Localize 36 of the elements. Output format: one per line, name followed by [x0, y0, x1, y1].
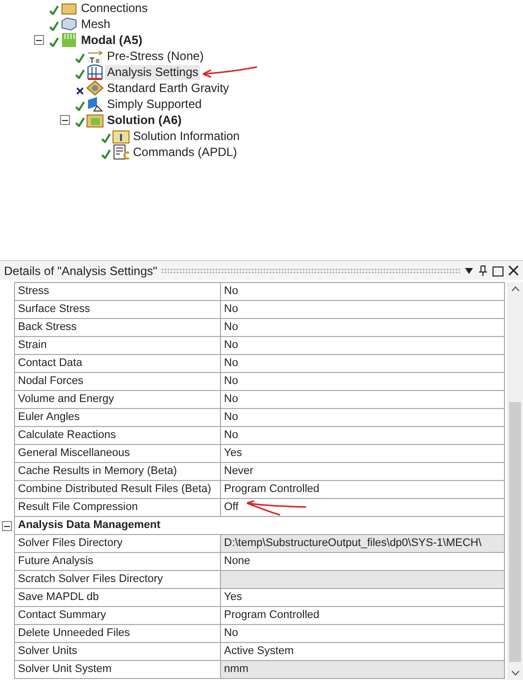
tree-item[interactable]: Solution Information: [131, 128, 242, 144]
category-label: Analysis Data Management: [17, 518, 162, 533]
scroll-thumb[interactable]: [509, 402, 521, 662]
tree-item[interactable]: Mesh: [79, 16, 112, 32]
property-value[interactable]: Yes: [221, 445, 505, 462]
property-value[interactable]: D:\temp\SubstructureOutput_files\dp0\SYS-1\MECH\: [221, 535, 505, 552]
scrollbar[interactable]: [507, 282, 523, 680]
support-icon: [86, 96, 104, 112]
folder-icon: [86, 112, 104, 128]
tree-item[interactable]: Simply Supported: [105, 96, 204, 112]
dropdown-icon[interactable]: [464, 266, 474, 274]
tree-item[interactable]: Modal (A5): [79, 32, 144, 48]
arrow-annotation: [201, 66, 260, 78]
tree-item[interactable]: Pre-Stress (None): [105, 48, 206, 64]
diamond-icon: [86, 80, 104, 96]
tree-item[interactable]: Connections: [79, 0, 150, 16]
pin-icon[interactable]: [478, 264, 488, 276]
cube-icon: [60, 16, 78, 32]
collapse-toggle[interactable]: [2, 521, 12, 531]
maximize-icon[interactable]: [492, 264, 504, 276]
tree-item[interactable]: Solution (A6): [105, 112, 184, 128]
collapse-toggle[interactable]: [60, 115, 70, 125]
arrow-icon: [86, 48, 104, 64]
info-folder-icon: [112, 128, 130, 144]
tree-item[interactable]: Analysis Settings: [105, 64, 200, 80]
panel-title: Details of "Analysis Settings": [4, 262, 158, 280]
collapse-toggle[interactable]: [34, 35, 44, 45]
property-value[interactable]: nmm: [221, 661, 505, 678]
tree-item[interactable]: Commands (APDL): [131, 144, 240, 160]
tree-item[interactable]: Standard Earth Gravity: [105, 80, 232, 96]
analysis-icon: [60, 32, 78, 48]
property-value[interactable]: Active System: [221, 643, 505, 660]
settings-grid-icon: [86, 64, 104, 80]
document-icon: [112, 144, 130, 160]
property-value[interactable]: Yes: [221, 589, 505, 606]
close-icon[interactable]: [508, 265, 519, 276]
